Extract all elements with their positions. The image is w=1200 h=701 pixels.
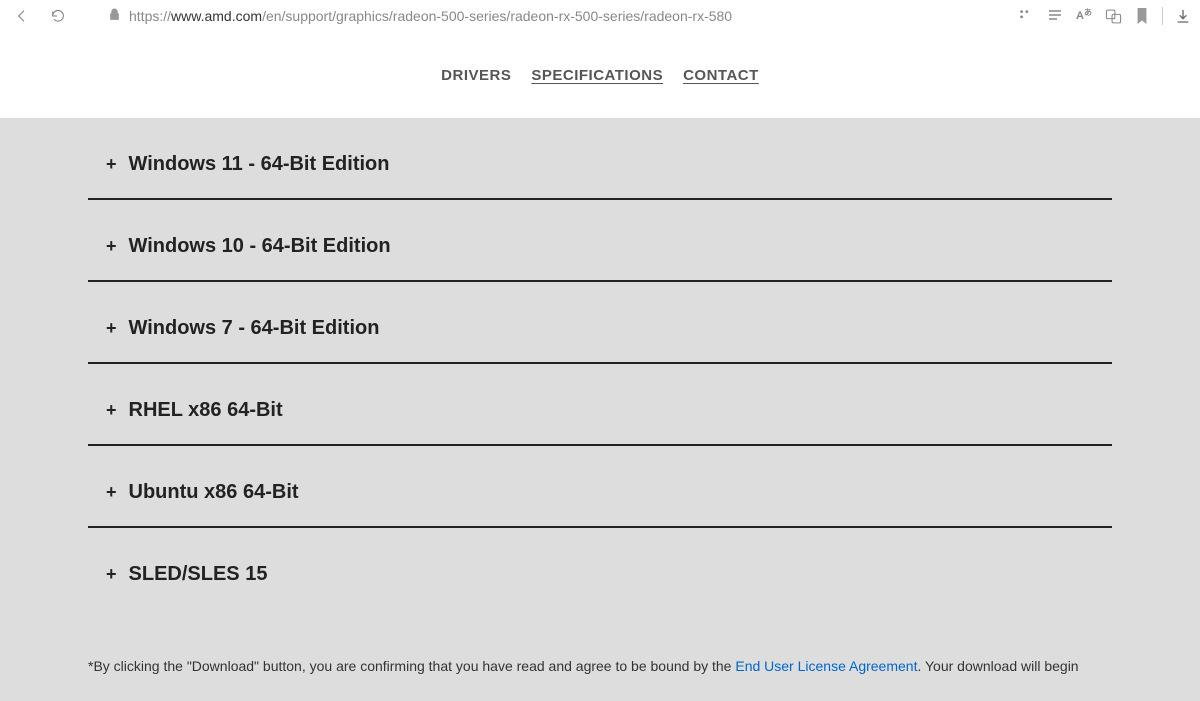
accordion-item: + RHEL x86 64-Bit xyxy=(88,364,1112,446)
bookmark-icon[interactable] xyxy=(1133,7,1151,25)
accordion-header-sles[interactable]: + SLED/SLES 15 xyxy=(88,528,1112,608)
refresh-button[interactable] xyxy=(44,2,72,30)
accordion-header-win11[interactable]: + Windows 11 - 64-Bit Edition xyxy=(88,118,1112,198)
plus-icon: + xyxy=(106,564,117,585)
extension-icon[interactable] xyxy=(1017,7,1035,25)
toolbar-actions: Aあ xyxy=(1017,7,1192,25)
accordion-item: + SLED/SLES 15 xyxy=(88,528,1112,608)
accordion-title: RHEL x86 64-Bit xyxy=(129,399,283,422)
disclaimer-prefix: *By clicking the "Download" button, you … xyxy=(88,658,735,674)
back-button[interactable] xyxy=(8,2,36,30)
refresh-icon xyxy=(50,8,66,24)
plus-icon: + xyxy=(106,482,117,503)
toolbar-divider xyxy=(1162,7,1163,25)
plus-icon: + xyxy=(106,400,117,421)
accordion-title: Ubuntu x86 64-Bit xyxy=(129,481,299,504)
eula-link[interactable]: End User License Agreement xyxy=(735,658,917,674)
accordion-title: Windows 7 - 64-Bit Edition xyxy=(129,317,380,340)
tab-specifications[interactable]: SPECIFICATIONS xyxy=(531,63,663,88)
translate-icon[interactable] xyxy=(1104,7,1122,25)
url-text: https://www.amd.com/en/support/graphics/… xyxy=(129,8,732,24)
lock-icon xyxy=(108,8,121,24)
accordion-header-rhel[interactable]: + RHEL x86 64-Bit xyxy=(88,364,1112,444)
accordion-header-ubuntu[interactable]: + Ubuntu x86 64-Bit xyxy=(88,446,1112,526)
plus-icon: + xyxy=(106,318,117,339)
accordion-item: + Ubuntu x86 64-Bit xyxy=(88,446,1112,528)
page-tabs: DRIVERS SPECIFICATIONS CONTACT xyxy=(0,32,1200,118)
drivers-list: + Windows 11 - 64-Bit Edition + Windows … xyxy=(0,118,1200,701)
accordion-item: + Windows 10 - 64-Bit Edition xyxy=(88,200,1112,282)
font-size-icon[interactable]: Aあ xyxy=(1075,7,1093,25)
tab-contact[interactable]: CONTACT xyxy=(683,63,759,88)
browser-toolbar: https://www.amd.com/en/support/graphics/… xyxy=(0,0,1200,32)
accordion-title: Windows 10 - 64-Bit Edition xyxy=(129,235,391,258)
accordion-item: + Windows 7 - 64-Bit Edition xyxy=(88,282,1112,364)
accordion-header-win7[interactable]: + Windows 7 - 64-Bit Edition xyxy=(88,282,1112,362)
disclaimer-text: *By clicking the "Download" button, you … xyxy=(88,608,1112,677)
accordion-header-win10[interactable]: + Windows 10 - 64-Bit Edition xyxy=(88,200,1112,280)
accordion-title: SLED/SLES 15 xyxy=(129,563,268,586)
accordion-title: Windows 11 - 64-Bit Edition xyxy=(129,153,390,176)
tab-drivers[interactable]: DRIVERS xyxy=(441,63,511,88)
accordion-item: + Windows 11 - 64-Bit Edition xyxy=(88,118,1112,200)
arrow-left-icon xyxy=(14,8,30,24)
address-bar[interactable]: https://www.amd.com/en/support/graphics/… xyxy=(80,8,1009,24)
download-icon[interactable] xyxy=(1174,7,1192,25)
plus-icon: + xyxy=(106,236,117,257)
plus-icon: + xyxy=(106,154,117,175)
reading-list-icon[interactable] xyxy=(1046,7,1064,25)
disclaimer-suffix: . Your download will begin xyxy=(917,658,1078,674)
